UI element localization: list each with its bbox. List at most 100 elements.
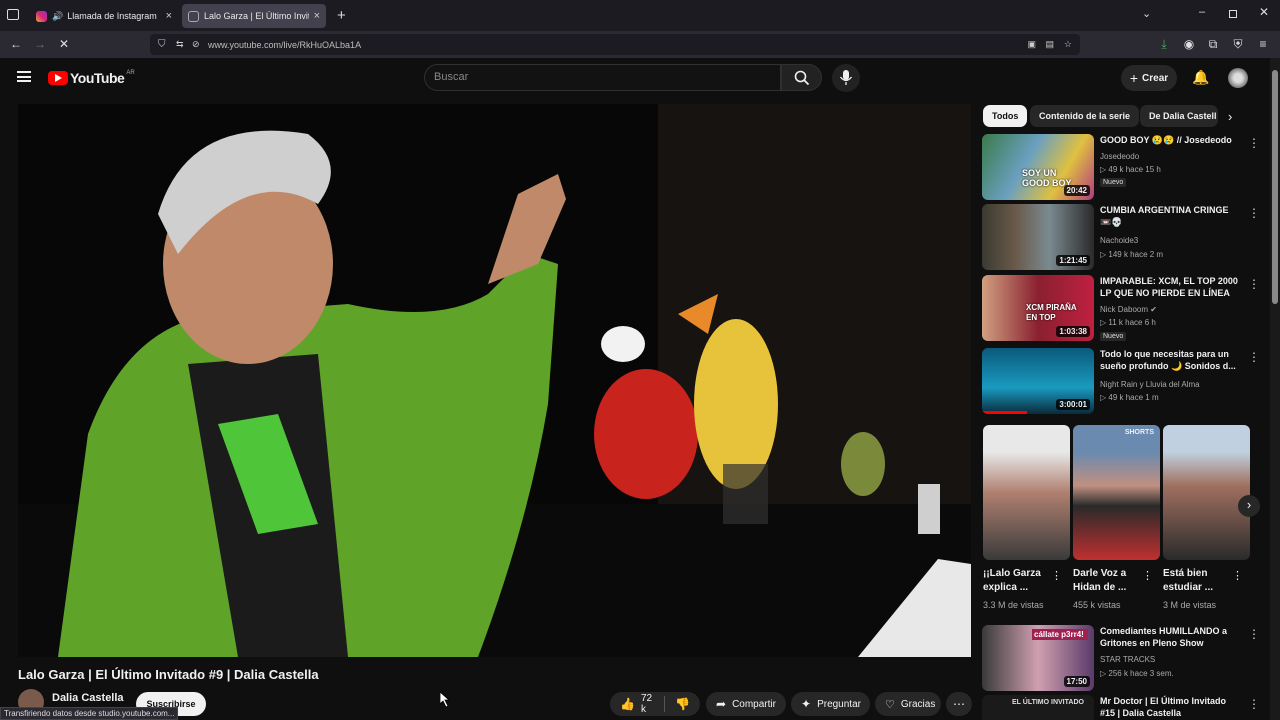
thanks-label: Gracias <box>900 698 936 710</box>
share-button[interactable]: ➦ Compartir <box>706 692 786 716</box>
short-thumbnail[interactable] <box>983 425 1070 560</box>
minimize-icon[interactable]: – <box>1199 6 1205 18</box>
tab-list-chevron-icon[interactable]: ⌄ <box>1142 7 1151 20</box>
avatar[interactable] <box>1228 68 1248 88</box>
video-player[interactable] <box>18 104 971 657</box>
video-title: Mr Doctor | El Último Invitado #15 | Dal… <box>1100 696 1227 718</box>
reader-icon[interactable]: ▣ <box>1027 39 1036 50</box>
page-scrollbar-thumb[interactable] <box>1272 70 1278 304</box>
list-item[interactable]: XCM PIRAÑA EN TOP 1:03:38 IMPARABLE: XCM… <box>982 275 1262 341</box>
new-badge: Nuevo <box>1100 178 1127 187</box>
thumbnail[interactable]: 3:00:01 <box>982 348 1094 414</box>
short-views: 455 k vistas <box>1073 600 1121 610</box>
short-thumbnail[interactable] <box>1163 425 1250 560</box>
short-title[interactable]: ¡¡Lalo Garza explica ... <box>983 567 1053 595</box>
chips-next-chevron-icon[interactable]: › <box>1228 109 1232 124</box>
short-title[interactable]: Darle Voz a Hidan de ... <box>1073 567 1143 595</box>
like-count[interactable]: 72 k <box>641 693 654 715</box>
more-options-icon[interactable]: ⋮ <box>1248 697 1260 711</box>
channel-name[interactable]: Night Rain y Lluvia del Alma <box>1100 380 1200 389</box>
list-item[interactable]: 3:00:01 Todo lo que necesitas para un su… <box>982 348 1262 414</box>
search-button[interactable] <box>781 64 822 91</box>
download-icon[interactable]: ⤓ <box>1156 36 1172 52</box>
channel-name[interactable]: Josedeodo <box>1100 152 1139 161</box>
permissions-icon[interactable]: ⇆ <box>176 39 184 50</box>
new-tab-button[interactable]: + <box>337 7 346 24</box>
thumbnail[interactable]: EL ÚLTIMO INVITADO <box>982 695 1094 720</box>
sparkle-icon: ✦ <box>801 697 812 711</box>
url-bar[interactable]: ⛉ ⇆ ⊘ www.youtube.com/live/RkHuOALba1A ▣… <box>150 34 1080 55</box>
thanks-button[interactable]: ♡ Gracias <box>875 692 941 716</box>
thumbnail[interactable]: XCM PIRAÑA EN TOP 1:03:38 <box>982 275 1094 341</box>
loading-stop-icon[interactable]: ✕ <box>56 36 72 52</box>
voice-search-button[interactable] <box>832 64 860 92</box>
shorts-next-chevron-icon[interactable]: › <box>1238 495 1260 517</box>
ask-button[interactable]: ✦ Preguntar <box>791 692 870 716</box>
duration-badge: 1:03:38 <box>1056 326 1090 337</box>
search-icon <box>794 70 810 86</box>
more-options-icon[interactable]: ⋮ <box>1051 569 1062 582</box>
tab-instagram-call[interactable]: 🔊 Llamada de Instagram × <box>30 4 178 28</box>
volume-icon: 🔊 <box>52 10 64 21</box>
more-options-icon[interactable]: ⋮ <box>1248 627 1260 641</box>
views-meta: ▷ 149 k hace 2 m <box>1100 250 1164 259</box>
video-title: CUMBIA ARGENTINA CRINGE 📼💀 <box>1100 205 1229 227</box>
views-meta: ▷ 49 k hace 15 h <box>1100 165 1161 174</box>
more-options-icon[interactable]: ⋮ <box>1232 569 1243 582</box>
extensions-icon[interactable]: ⧉ <box>1205 36 1221 52</box>
more-options-icon[interactable]: ⋮ <box>1142 569 1153 582</box>
more-actions-button[interactable]: ⋯ <box>946 692 972 716</box>
list-item[interactable]: SOY UN GOOD BOY 20:42 GOOD BOY 😢😢 // Jos… <box>982 134 1262 200</box>
chip-from-channel[interactable]: De Dalia Castell <box>1140 105 1218 127</box>
channel-name[interactable]: STAR TRACKS <box>1100 655 1155 664</box>
tab-close-icon[interactable]: × <box>314 10 320 22</box>
channel-name[interactable]: Dalia Castella <box>52 692 124 704</box>
short-title[interactable]: Está bien estudiar ... <box>1163 567 1233 595</box>
search-input[interactable]: Buscar <box>424 64 781 91</box>
video-frame <box>18 104 971 657</box>
video-title: Comediantes HUMILLANDO a Gritones en Ple… <box>1100 626 1228 648</box>
more-options-icon[interactable]: ⋮ <box>1248 136 1260 150</box>
back-icon[interactable]: ← <box>8 36 24 52</box>
tab-youtube-video[interactable]: Lalo Garza | El Último Invitado # × <box>182 4 326 28</box>
hamburger-menu-icon[interactable] <box>17 71 31 82</box>
list-item[interactable]: EL ÚLTIMO INVITADO Mr Doctor | El Último… <box>982 695 1262 720</box>
menu-icon[interactable]: ≡ <box>1255 36 1271 52</box>
more-options-icon[interactable]: ⋮ <box>1248 277 1260 291</box>
pip-icon[interactable]: ▤ <box>1045 39 1054 50</box>
thumbnail[interactable]: cállate p3rr4! 17:50 <box>982 625 1094 691</box>
like-dislike-group: 👍 72 k 👎 <box>610 692 700 716</box>
account-icon[interactable]: ◉ <box>1181 36 1197 52</box>
addon-icon[interactable]: ⛨ <box>1230 36 1246 52</box>
notifications-bell-icon[interactable]: 🔔 <box>1192 69 1209 86</box>
create-button[interactable]: + Crear <box>1121 65 1177 91</box>
bookmark-star-icon[interactable]: ☆ <box>1064 39 1072 50</box>
instagram-icon <box>36 10 47 22</box>
dislike-icon[interactable]: 👎 <box>675 697 690 711</box>
shield-icon: ⛉ <box>158 39 166 50</box>
thumbnail[interactable]: SOY UN GOOD BOY 20:42 <box>982 134 1094 200</box>
list-item[interactable]: cállate p3rr4! 17:50 Comediantes HUMILLA… <box>982 625 1262 691</box>
chip-all[interactable]: Todos <box>983 105 1028 127</box>
forward-icon[interactable]: → <box>32 36 48 52</box>
youtube-logo[interactable]: YouTube AR <box>48 70 135 86</box>
channel-name[interactable]: Nachoide3 <box>1100 236 1138 245</box>
more-options-icon[interactable]: ⋮ <box>1248 206 1260 220</box>
list-item[interactable]: 1:21:45 CUMBIA ARGENTINA CRINGE 📼💀 Nacho… <box>982 204 1262 270</box>
more-options-icon[interactable]: ⋮ <box>1248 350 1260 364</box>
video-title: GOOD BOY 😢😢 // Josedeodo <box>1100 135 1232 145</box>
thumbnail-text: cállate p3rr4! <box>1032 629 1088 640</box>
browser-status-text: Transfiriendo datos desde studio.youtube… <box>0 707 179 720</box>
duration-badge: 3:00:01 <box>1056 399 1090 410</box>
like-icon[interactable]: 👍 <box>620 697 635 711</box>
tab-close-icon[interactable]: × <box>166 10 172 22</box>
chip-series[interactable]: Contenido de la serie <box>1030 105 1140 127</box>
maximize-icon[interactable] <box>1229 10 1237 18</box>
thumbnail[interactable]: 1:21:45 <box>982 204 1094 270</box>
tab-overview-icon[interactable] <box>7 9 19 20</box>
close-window-icon[interactable]: ✕ <box>1259 5 1269 19</box>
create-label: Crear <box>1142 72 1169 84</box>
channel-name[interactable]: Nick Daboom ✔ <box>1100 305 1157 314</box>
short-thumbnail[interactable]: SHORTS <box>1073 425 1160 560</box>
duration-badge: 1:21:45 <box>1056 255 1090 266</box>
